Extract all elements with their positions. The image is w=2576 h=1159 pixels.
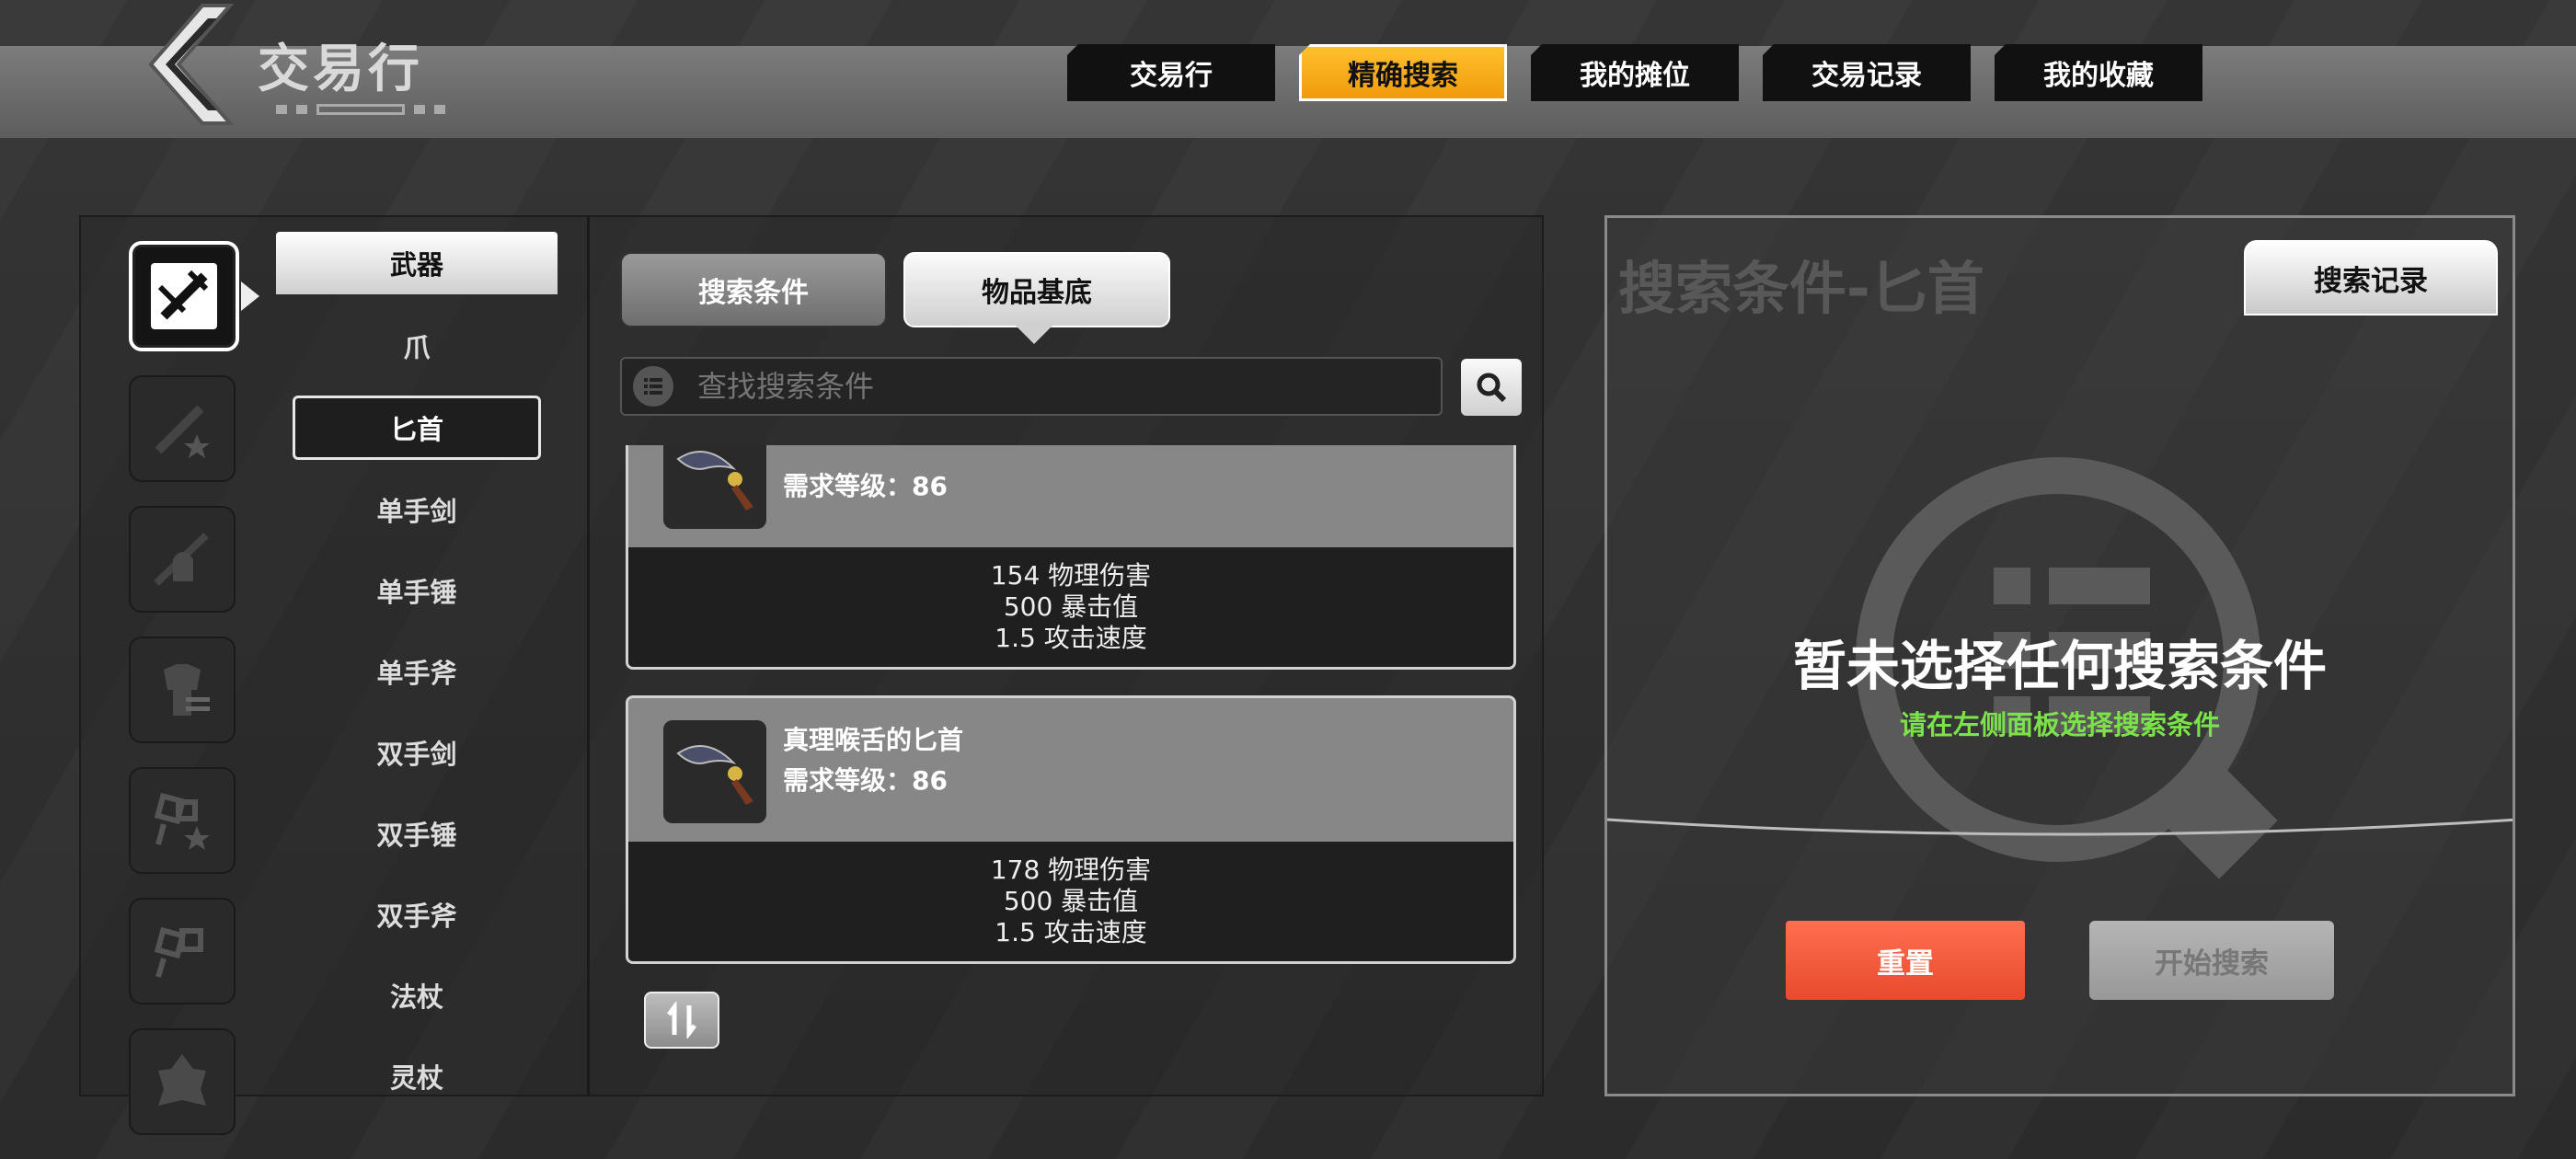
category-armor-head[interactable] (129, 506, 236, 613)
top-tabs: 交易行 精确搜索 我的摊位 交易记录 我的收藏 (1067, 44, 2202, 101)
subcategory-list: 武器 爪 匕首 单手剑 单手锤 单手斧 双手剑 双手锤 双手斧 法杖 灵杖 (276, 232, 558, 1117)
tab-market[interactable]: 交易行 (1067, 44, 1275, 101)
subcategory-item[interactable]: 爪 (276, 305, 558, 386)
stat-line: 500 暴击值 (1003, 886, 1139, 916)
weapon-icon (151, 263, 217, 329)
item-requirement: 需求等级：86 (783, 471, 948, 501)
category-accessory-special[interactable] (129, 767, 236, 874)
stat-line: 1.5 攻击速度 (995, 917, 1147, 947)
armor-icon (164, 664, 210, 716)
tab-search-conditions[interactable]: 搜索条件 (620, 252, 887, 327)
start-search-button[interactable]: 开始搜索 (2089, 921, 2334, 1000)
empty-state-hint: 请在左侧面板选择搜索条件 (1899, 709, 2220, 740)
condition-search-box (620, 357, 1443, 416)
tab-my-stall[interactable]: 我的摊位 (1531, 44, 1739, 101)
list-icon (633, 366, 673, 407)
tab-pointer (1016, 326, 1052, 344)
dagger-item-image (663, 720, 766, 823)
summary-title: 搜索条件-匕首 (1618, 255, 1984, 322)
helmet-icon (154, 533, 209, 586)
panel-divider (587, 215, 590, 1096)
item-stats: 178 物理伤害 500 暴击值 1.5 攻击速度 (628, 842, 1513, 961)
tab-item-base-label: 物品基底 (982, 277, 1092, 309)
item-requirement: 需求等级：86 (783, 765, 948, 796)
search-history-button[interactable]: 搜索记录 (2244, 240, 2498, 316)
back-arrow-icon (148, 4, 235, 125)
subcategory-item[interactable]: 双手锤 (276, 793, 558, 874)
result-list[interactable]: 需求等级：86 154 物理伤害 500 暴击值 1.5 攻击速度 真理喉舌的匕… (626, 445, 1516, 988)
category-armor-body[interactable] (129, 637, 236, 743)
category-weapon-special[interactable] (129, 375, 236, 482)
dagger-item-image (663, 445, 766, 529)
item-name: 真理喉舌的匕首 (783, 725, 964, 755)
page-title: 交易行 (258, 40, 423, 99)
reset-button[interactable]: 重置 (1786, 921, 2025, 1000)
stat-line: 1.5 攻击速度 (995, 623, 1147, 653)
subcategory-item[interactable]: 单手锤 (276, 550, 558, 631)
subcategory-item[interactable]: 法杖 (276, 955, 558, 1036)
subcategory-item[interactable]: 单手剑 (276, 469, 558, 550)
category-accessory[interactable] (129, 898, 236, 1004)
accessory-star-icon (154, 792, 210, 850)
tab-item-base[interactable]: 物品基底 (903, 252, 1170, 344)
back-button[interactable] (138, 0, 239, 129)
tab-trade-history[interactable]: 交易记录 (1763, 44, 1971, 101)
stat-line: 178 物理伤害 (990, 855, 1152, 885)
search-summary-panel: 搜索条件-匕首 搜索记录 暂未选择任何搜索条件 请在左侧面板选择搜索条件 重置 … (1604, 215, 2515, 1096)
search-icon (1477, 373, 1507, 403)
result-card[interactable]: 真理喉舌的匕首 需求等级：86 178 物理伤害 500 暴击值 1.5 攻击速… (626, 695, 1516, 964)
sort-button[interactable] (644, 992, 719, 1049)
divider-curve (1607, 818, 2513, 836)
empty-state-title: 暂未选择任何搜索条件 (1792, 635, 2327, 697)
category-icon-column (129, 241, 259, 1159)
relic-icon (158, 1054, 206, 1106)
subcategory-item[interactable]: 单手斧 (276, 631, 558, 712)
sort-icon (667, 1002, 696, 1039)
subcategory-item[interactable]: 双手剑 (276, 712, 558, 793)
tab-precise-search[interactable]: 精确搜索 (1299, 44, 1507, 101)
subcategory-item-selected[interactable]: 匕首 (293, 396, 541, 460)
weapon-star-icon (155, 405, 210, 458)
tab-favorites[interactable]: 我的收藏 (1995, 44, 2202, 101)
subcategory-item[interactable]: 双手斧 (276, 874, 558, 955)
item-stats: 154 物理伤害 500 暴击值 1.5 攻击速度 (628, 547, 1513, 667)
subcategory-group-weapon[interactable]: 武器 (276, 232, 558, 294)
subcategory-item[interactable]: 灵杖 (276, 1036, 558, 1117)
stat-line: 154 物理伤害 (990, 560, 1152, 591)
condition-search-input[interactable] (696, 368, 1398, 405)
stat-line: 500 暴击值 (1003, 591, 1139, 622)
result-card[interactable]: 需求等级：86 154 物理伤害 500 暴击值 1.5 攻击速度 (626, 445, 1516, 670)
category-relic[interactable] (129, 1028, 236, 1135)
category-weapon[interactable] (129, 241, 259, 351)
accessory-icon (154, 926, 203, 978)
title-decoration (276, 99, 460, 115)
search-button[interactable] (1461, 359, 1522, 416)
